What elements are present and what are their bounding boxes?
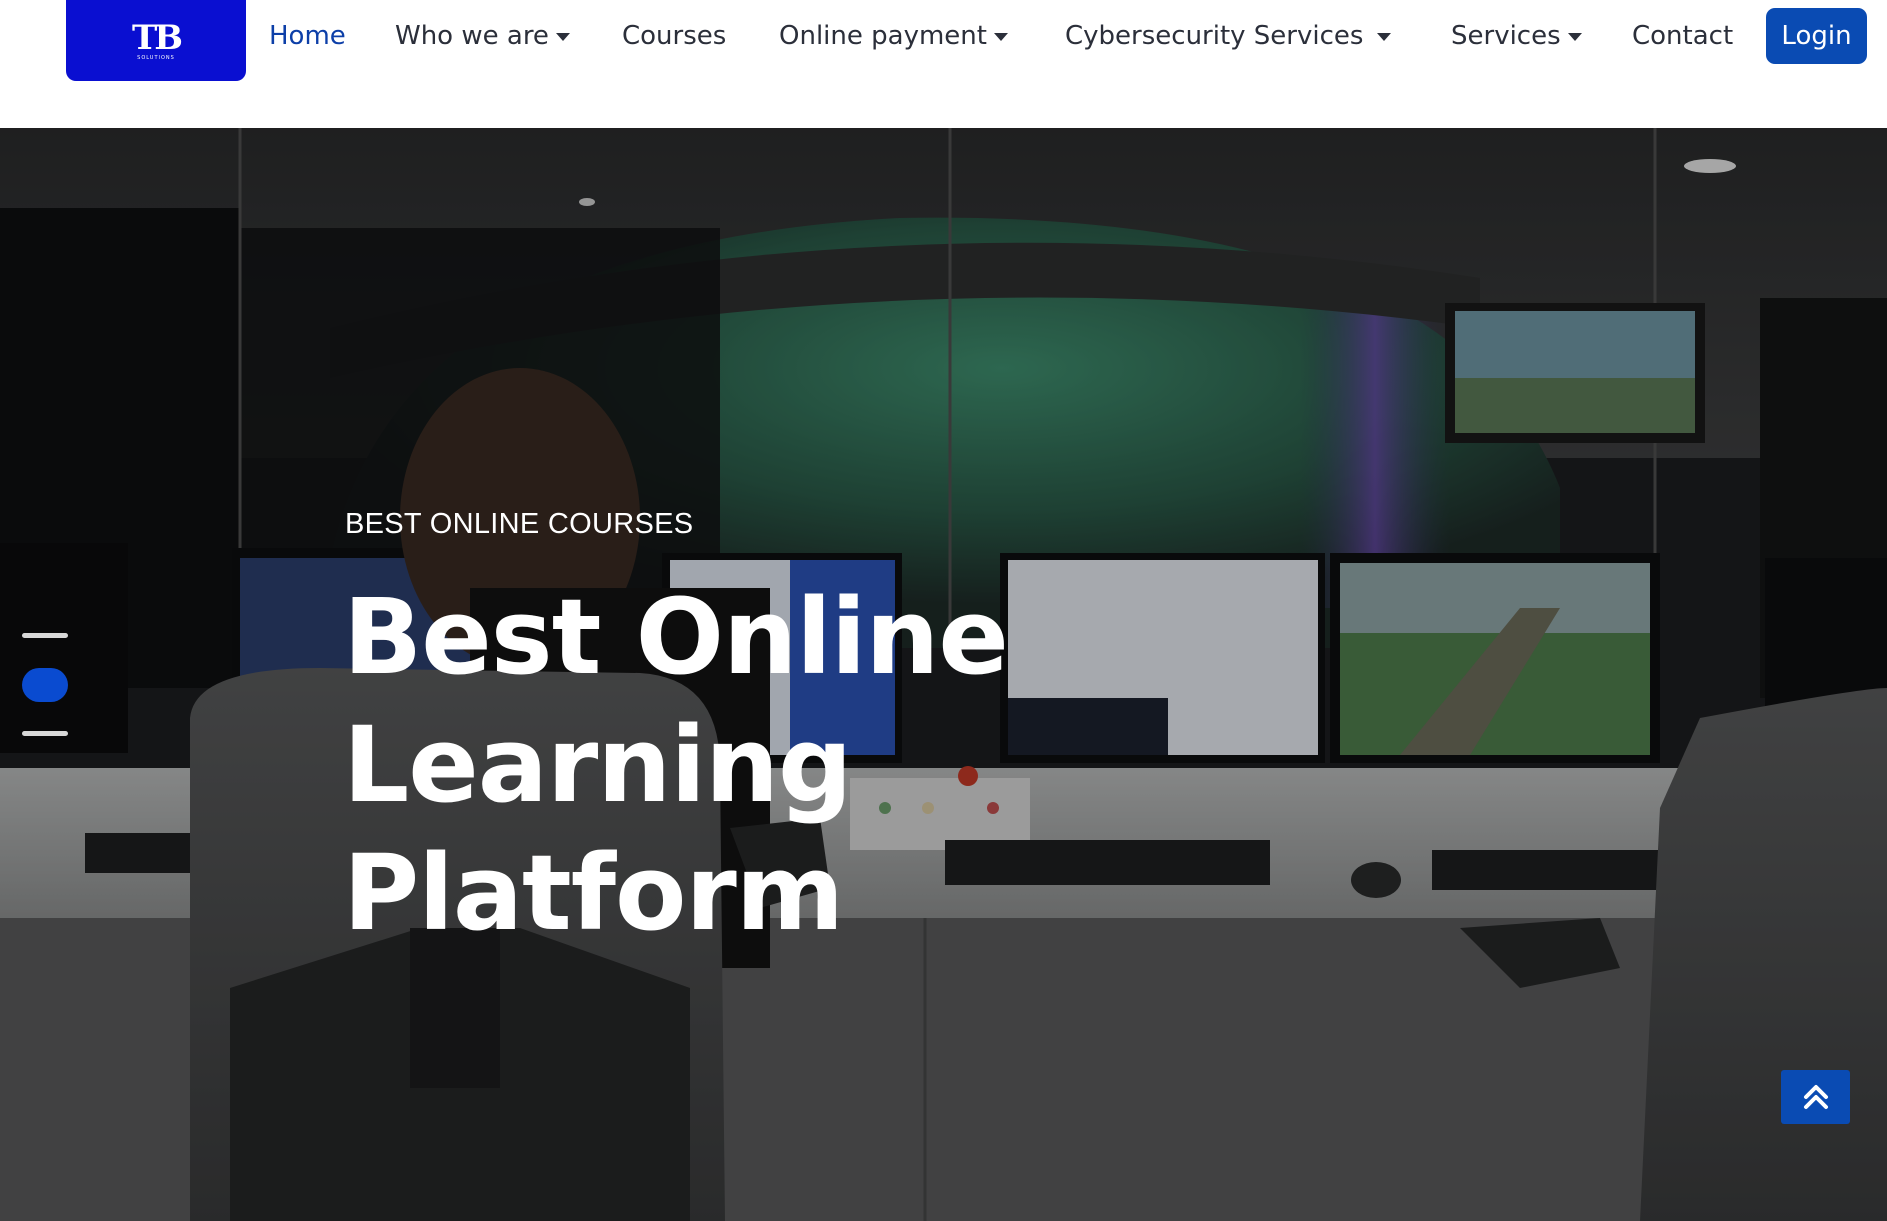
hero-carousel: BEST ONLINE COURSES Best Online Learning…: [0, 128, 1887, 1221]
nav-item-courses[interactable]: Courses: [622, 17, 726, 55]
nav-item-label: Who we are: [395, 21, 549, 51]
nav-item-label: Home: [269, 21, 346, 51]
caret-down-icon: [993, 33, 1008, 41]
carousel-indicator-2-active[interactable]: [22, 668, 68, 702]
caret-down-icon: [1377, 33, 1392, 41]
nav-item-label: Services: [1451, 21, 1561, 51]
nav-item-label: Contact: [1632, 21, 1734, 51]
nav-item-home[interactable]: Home: [269, 17, 346, 55]
nav-item-label: Cybersecurity Services: [1065, 21, 1364, 51]
nav-item-label: Courses: [622, 21, 727, 51]
carousel-indicator-3[interactable]: [22, 731, 68, 736]
hero-eyebrow: BEST ONLINE COURSES: [345, 508, 694, 540]
main-nav: Home Who we are Courses Online payment C…: [0, 0, 1887, 74]
hero-title: Best Online Learning Platform: [343, 573, 1543, 957]
nav-item-contact[interactable]: Contact: [1632, 17, 1733, 55]
back-to-top-button[interactable]: [1781, 1070, 1850, 1124]
carousel-indicator-1[interactable]: [22, 633, 68, 638]
nav-item-cybersecurity-services[interactable]: Cybersecurity Services: [1065, 17, 1392, 55]
hero-title-line-1: Best Online Learning: [343, 576, 1009, 826]
caret-down-icon: [555, 33, 570, 41]
double-chevron-up-icon: [1803, 1085, 1828, 1109]
navbar: TB SOLUTIONS Home Who we are Courses Onl…: [0, 0, 1887, 128]
nav-item-who-we-are[interactable]: Who we are: [395, 17, 570, 55]
nav-item-online-payment[interactable]: Online payment: [779, 17, 1008, 55]
nav-item-services[interactable]: Services: [1451, 17, 1582, 55]
hero-title-line-2: Platform: [343, 832, 844, 954]
caret-down-icon: [1567, 33, 1582, 41]
nav-item-label: Online payment: [779, 21, 987, 51]
login-button[interactable]: Login: [1766, 8, 1867, 64]
